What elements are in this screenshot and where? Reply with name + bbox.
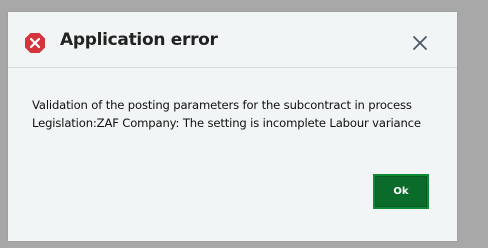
error-message-line2: Legislation:ZAF Company: The setting is … [32, 116, 421, 130]
error-icon [25, 33, 45, 53]
error-message-line1: Validation of the posting parameters for… [32, 98, 412, 112]
ok-button[interactable]: Ok [373, 174, 429, 209]
dialog-title: Application error [60, 30, 218, 50]
error-dialog: Application error Validation of the post… [8, 12, 457, 241]
error-message: Validation of the posting parameters for… [32, 96, 444, 132]
close-icon[interactable] [411, 34, 429, 52]
dialog-header: Application error [8, 12, 457, 68]
ok-button-label: Ok [393, 186, 409, 197]
